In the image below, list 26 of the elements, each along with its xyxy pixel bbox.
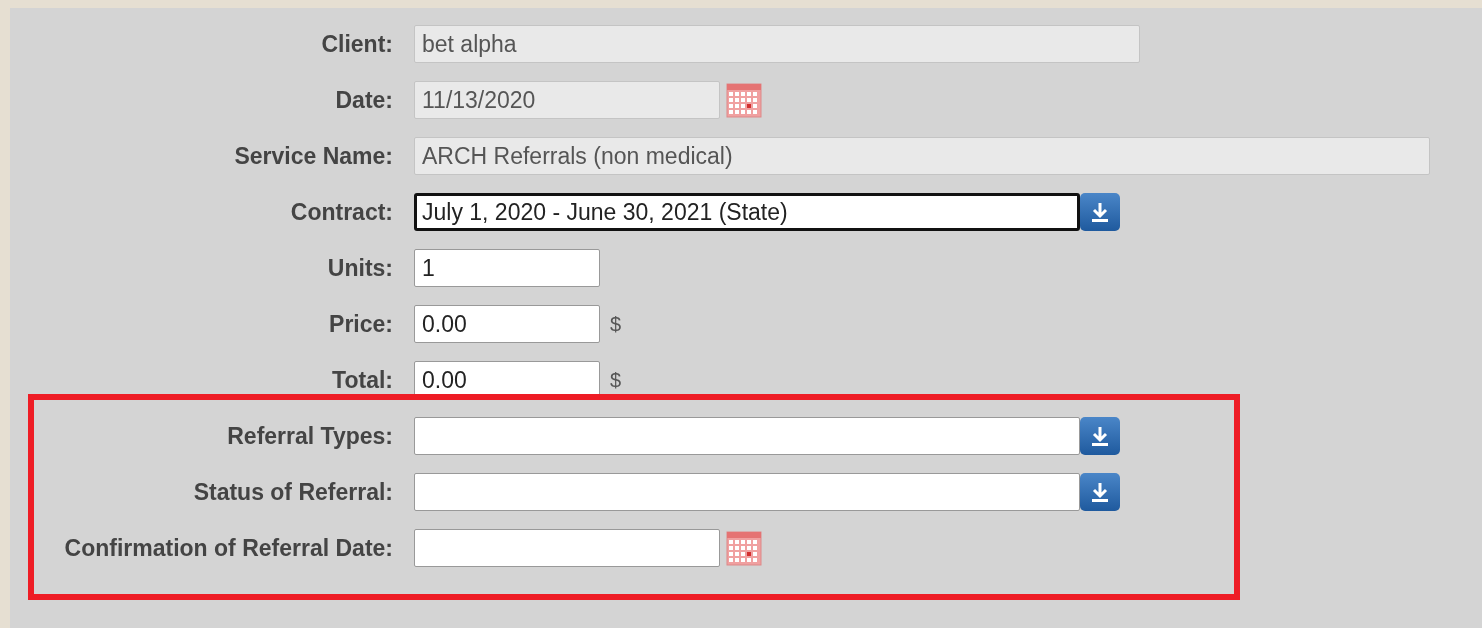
download-arrow-icon [1090,425,1110,447]
field-label: Date: [335,88,393,112]
currency-symbol: $ [610,314,622,334]
dropdown-button[interactable] [1080,417,1120,455]
field-label: Units: [327,256,393,280]
calendar-icon[interactable] [726,82,762,118]
select-field[interactable] [414,473,1080,511]
select-field[interactable]: July 1, 2020 - June 30, 2021 (State) [414,193,1080,231]
download-arrow-icon [1090,481,1110,503]
dropdown-button[interactable] [1080,193,1120,231]
field-label: Confirmation of Referral Date: [64,536,393,560]
select-field[interactable] [414,417,1080,455]
field-label: Service Name: [234,144,393,168]
field-label: Client: [321,32,393,56]
field-label: Referral Types: [227,424,393,448]
field-label: Status of Referral: [193,480,393,504]
field-label: Contract: [290,200,393,224]
download-arrow-icon [1090,201,1110,223]
input-field[interactable]: 1 [414,249,600,287]
currency-symbol: $ [610,370,622,390]
date-field[interactable] [414,529,720,567]
calendar-icon[interactable] [726,530,762,566]
dropdown-button[interactable] [1080,473,1120,511]
field-label: Price: [329,312,393,336]
input-field[interactable]: 0.00 [414,305,600,343]
field-label: Total: [332,368,393,392]
